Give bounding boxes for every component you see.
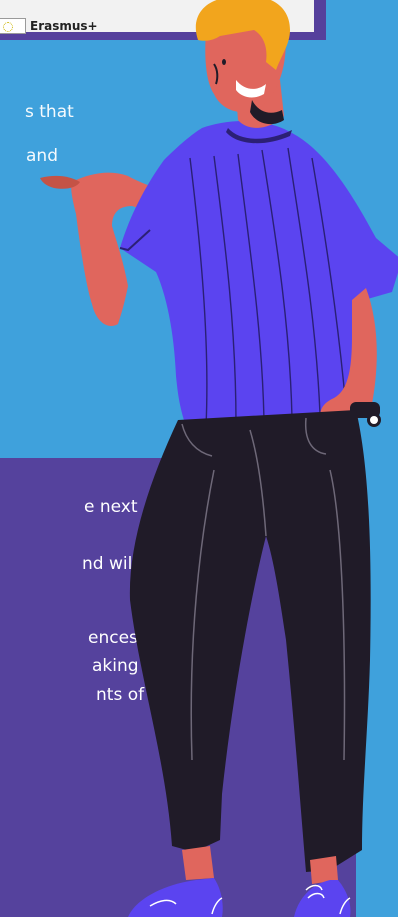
standing-man-illustration-icon [40, 0, 398, 917]
page: Erasmus+ s that and e next nd will ences… [0, 0, 398, 917]
